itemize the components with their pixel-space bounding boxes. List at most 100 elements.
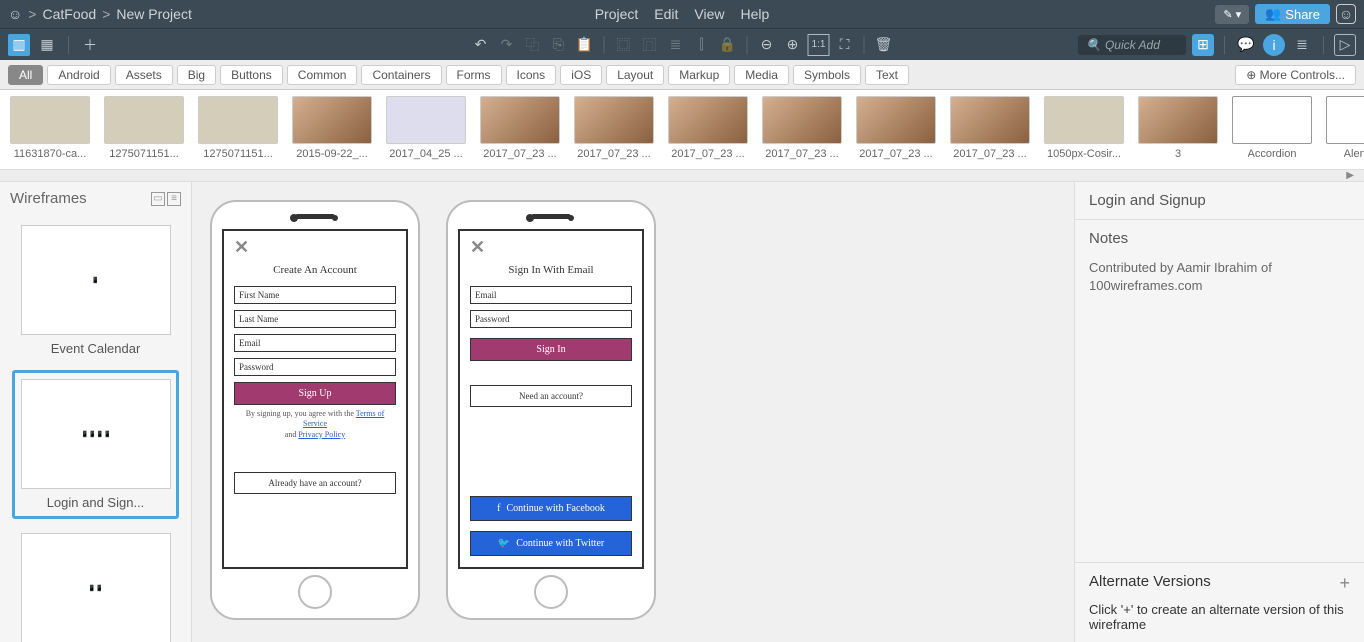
already-account-button[interactable]: Already have an account?	[234, 472, 396, 494]
library-tab-forms[interactable]: Forms	[446, 65, 502, 85]
library-tab-media[interactable]: Media	[734, 65, 789, 85]
library-tab-android[interactable]: Android	[47, 65, 110, 85]
asset-item[interactable]: 1275071151...	[102, 96, 186, 160]
canvas[interactable]: ✕ Create An Account First Name Last Name…	[192, 182, 1074, 642]
share-button[interactable]: 👥 Share	[1255, 4, 1330, 24]
signin-button[interactable]: Sign In	[470, 338, 632, 361]
asset-item[interactable]: Accordion	[1230, 96, 1314, 160]
notes-body[interactable]: Contributed by Aamir Ibrahim of 100wiref…	[1089, 259, 1350, 295]
wireframes-sidebar: Wireframes ▭ ≡ 📱 Event Calendar 📱📱📱📱 Log…	[0, 182, 192, 642]
twitter-button[interactable]: 🐦Continue with Twitter	[470, 531, 632, 556]
menu-edit[interactable]: Edit	[654, 6, 678, 22]
smiley-icon[interactable]: ☺	[8, 6, 22, 22]
signup-button[interactable]: Sign Up	[234, 382, 396, 405]
add-alternate-button[interactable]: +	[1339, 573, 1350, 594]
menu-project[interactable]: Project	[595, 6, 639, 22]
present-icon[interactable]: ▷	[1334, 34, 1356, 56]
library-tabs: All Android Assets Big Buttons Common Co…	[0, 60, 1364, 90]
breadcrumb: ☺ > CatFood > New Project	[8, 6, 192, 22]
asset-item[interactable]: 2017_07_23 ...	[948, 96, 1032, 160]
asset-item[interactable]: 11631870-ca...	[8, 96, 92, 160]
first-name-field[interactable]: First Name	[234, 286, 396, 304]
breadcrumb-project[interactable]: CatFood	[42, 6, 96, 22]
wireframe-item-login-signup[interactable]: 📱📱📱📱 Login and Sign...	[12, 370, 179, 519]
asset-item[interactable]: 1050px-Cosir...	[1042, 96, 1126, 160]
menu-view[interactable]: View	[694, 6, 724, 22]
sidebar-view-thumb-icon[interactable]: ▭	[151, 192, 165, 206]
last-name-field[interactable]: Last Name	[234, 310, 396, 328]
zoom-in-icon[interactable]: ⊕	[782, 34, 804, 56]
phone-mockup-signup[interactable]: ✕ Create An Account First Name Last Name…	[210, 200, 420, 620]
library-tab-assets[interactable]: Assets	[115, 65, 173, 85]
asset-item[interactable]: 2017_07_23 ...	[760, 96, 844, 160]
ui-library-toggle[interactable]: ⊞	[1192, 34, 1214, 56]
library-tab-text[interactable]: Text	[865, 65, 909, 85]
facebook-button[interactable]: fContinue with Facebook	[470, 496, 632, 521]
trash-icon[interactable]: 🗑	[873, 34, 895, 56]
sidebar-view-list-icon[interactable]: ≡	[167, 192, 181, 206]
asset-item[interactable]: 3	[1136, 96, 1220, 160]
pen-dropdown[interactable]: ✎ ▾	[1215, 5, 1249, 24]
distribute-icon[interactable]: ⫿	[691, 34, 713, 56]
close-icon[interactable]: ✕	[234, 237, 396, 258]
menu-help[interactable]: Help	[741, 6, 770, 22]
screen-title: Sign In With Email	[470, 264, 632, 276]
library-tab-buttons[interactable]: Buttons	[220, 65, 283, 85]
view-panels-icon[interactable]: ▥	[8, 34, 30, 56]
wireframe-item-event-calendar[interactable]: 📱 Event Calendar	[12, 219, 179, 362]
password-field[interactable]: Password	[470, 310, 632, 328]
lock-icon[interactable]: 🔒	[717, 34, 739, 56]
library-tab-markup[interactable]: Markup	[668, 65, 730, 85]
main-menu: Project Edit View Help	[595, 6, 770, 22]
paste-icon[interactable]: 📋	[574, 34, 596, 56]
align-icon[interactable]: ≣	[665, 34, 687, 56]
phone-mockup-signin[interactable]: ✕ Sign In With Email Email Password Sign…	[446, 200, 656, 620]
zoom-out-icon[interactable]: ⊖	[756, 34, 778, 56]
asset-item[interactable]: 2017_07_23 ...	[854, 96, 938, 160]
notes-heading: Notes	[1089, 230, 1350, 247]
sidebar-title: Wireframes	[10, 190, 87, 207]
library-tab-layout[interactable]: Layout	[606, 65, 664, 85]
redo-icon[interactable]: ↷	[496, 34, 518, 56]
duplicate-icon[interactable]: ⿻	[522, 34, 544, 56]
library-tab-common[interactable]: Common	[287, 65, 358, 85]
quick-add-input[interactable]: 🔍 Quick Add	[1078, 35, 1186, 55]
wireframe-item-messaging[interactable]: 📱📱 Messaging	[12, 527, 179, 642]
asset-item[interactable]: Alert Box	[1324, 96, 1364, 160]
library-tab-ios[interactable]: iOS	[560, 65, 602, 85]
undo-icon[interactable]: ↶	[470, 34, 492, 56]
account-icon[interactable]: ☺	[1336, 4, 1356, 24]
asset-item[interactable]: 2017_07_23 ...	[666, 96, 750, 160]
pp-link[interactable]: Privacy Policy	[298, 430, 345, 439]
notes-icon[interactable]: ≣	[1291, 34, 1313, 56]
library-tab-containers[interactable]: Containers	[361, 65, 441, 85]
home-button-icon	[534, 575, 568, 609]
asset-item[interactable]: 1275071151...	[196, 96, 280, 160]
password-field[interactable]: Password	[234, 358, 396, 376]
breadcrumb-current[interactable]: New Project	[116, 6, 191, 22]
close-icon[interactable]: ✕	[470, 237, 632, 258]
email-field[interactable]: Email	[470, 286, 632, 304]
asset-item[interactable]: 2017_07_23 ...	[572, 96, 656, 160]
asset-item[interactable]: 2015-09-22_...	[290, 96, 374, 160]
group-icon[interactable]: ⿴	[613, 34, 635, 56]
asset-item[interactable]: 2017_04_25 ...	[384, 96, 468, 160]
ungroup-icon[interactable]: ⿵	[639, 34, 661, 56]
asset-item[interactable]: 2017_07_23 ...	[478, 96, 562, 160]
add-wireframe-icon[interactable]: ＋	[79, 34, 101, 56]
email-field[interactable]: Email	[234, 334, 396, 352]
zoom-actual-icon[interactable]: 1:1	[808, 34, 830, 56]
library-tab-symbols[interactable]: Symbols	[793, 65, 861, 85]
more-controls-button[interactable]: ⊕ More Controls...	[1235, 65, 1356, 85]
comments-icon[interactable]: 💬	[1235, 34, 1257, 56]
need-account-button[interactable]: Need an account?	[470, 385, 632, 407]
copy-icon[interactable]: ⎘	[548, 34, 570, 56]
library-tab-icons[interactable]: Icons	[506, 65, 557, 85]
zoom-fit-icon[interactable]: ⛶	[834, 34, 856, 56]
toolbar: ▥ ▦ ＋ ↶ ↷ ⿻ ⎘ 📋 ⿴ ⿵ ≣ ⫿ 🔒 ⊖ ⊕ 1:1 ⛶ 🗑 🔍 …	[0, 28, 1364, 60]
info-icon[interactable]: i	[1263, 34, 1285, 56]
chevron-right-icon[interactable]: ▶	[1346, 170, 1354, 181]
library-tab-big[interactable]: Big	[177, 65, 216, 85]
library-tab-all[interactable]: All	[8, 65, 43, 85]
view-grid-icon[interactable]: ▦	[36, 34, 58, 56]
